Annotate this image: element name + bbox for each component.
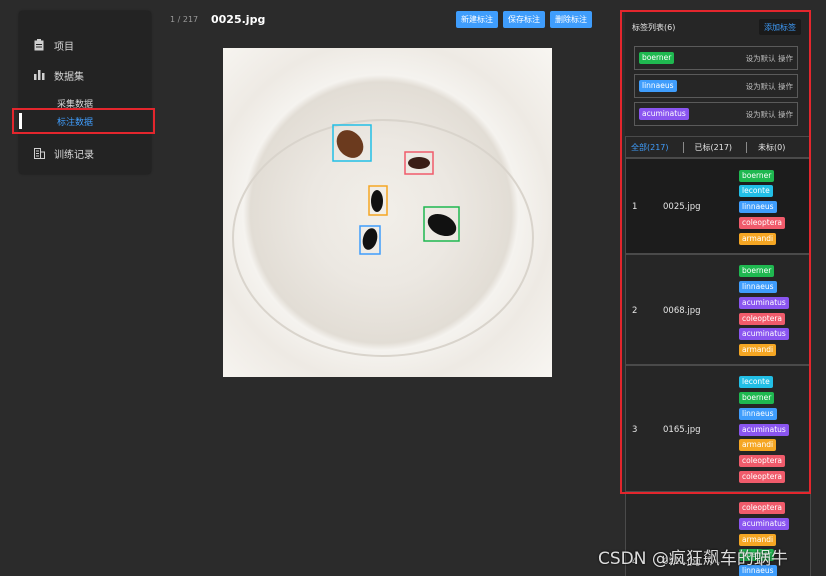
new-annotation-button[interactable]: 新建标注 <box>456 11 498 28</box>
sidebar-item-training-records[interactable]: 训练记录 <box>19 141 151 165</box>
beetle-specimen <box>336 130 364 158</box>
annotation-canvas[interactable] <box>223 48 552 377</box>
tag-chip: coleoptera <box>739 502 785 514</box>
save-annotation-button[interactable]: 保存标注 <box>503 11 545 28</box>
beetle-specimen <box>427 213 457 237</box>
beetle-specimen <box>371 190 383 212</box>
sidebar-item-label: 训练记录 <box>54 149 94 161</box>
annotation-image <box>232 119 534 357</box>
current-filename: 0025.jpg <box>211 13 266 26</box>
sidebar: 项目 数据集 采集数据 标注数据 训练记录 <box>19 11 151 174</box>
image-counter: 1 / 217 <box>170 15 199 24</box>
highlight-box-panel <box>620 10 811 494</box>
delete-annotation-button[interactable]: 删除标注 <box>550 11 592 28</box>
building-icon <box>32 146 46 160</box>
beetle-specimen <box>408 157 430 169</box>
clipboard-icon <box>32 38 46 52</box>
sidebar-item-label: 数据集 <box>54 71 84 83</box>
tag-chip: acuminatus <box>739 517 789 530</box>
sidebar-item-label: 项目 <box>54 41 74 53</box>
bar-chart-icon <box>32 68 46 82</box>
watermark: CSDN @疯狂飙车的蜗牛 <box>598 549 788 569</box>
sidebar-item-projects[interactable]: 项目 <box>19 33 151 57</box>
highlight-box-sidebar <box>12 108 155 134</box>
sidebar-item-dataset[interactable]: 数据集 <box>19 63 151 87</box>
beetle-specimen <box>362 228 378 250</box>
